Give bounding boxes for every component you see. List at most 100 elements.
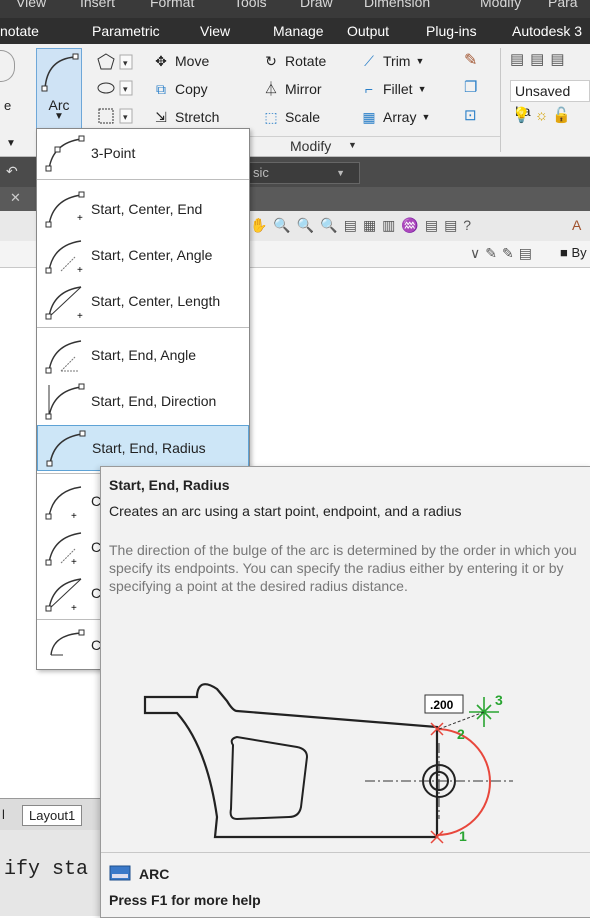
svg-text:▾: ▾: [123, 84, 128, 94]
menu-divider: [37, 179, 249, 180]
stretch-icon: ⇲: [155, 109, 167, 125]
arc-center-start-angle-icon: +: [45, 532, 82, 567]
arc-continue-icon: [50, 629, 85, 656]
menu-insert[interactable]: Insert: [80, 0, 115, 10]
chevron-down-icon: ▼: [348, 140, 357, 150]
tooltip-description: Creates an arc using a start point, endp…: [109, 503, 462, 519]
ellipse-tool[interactable]: ▾: [96, 78, 136, 103]
scale-icon: ⬚: [264, 109, 278, 125]
ribbon-tab-strip: notate Parametric View Manage Output Plu…: [0, 18, 590, 44]
menu-item-3-point[interactable]: 3-Point: [37, 131, 249, 175]
rotate-button[interactable]: ↻ Rotate: [262, 52, 326, 70]
color-by-layer[interactable]: ■ By: [560, 245, 587, 260]
menu-para[interactable]: Para: [548, 0, 578, 10]
panel-fragment-label: e: [4, 98, 12, 113]
tooltip-title: Start, End, Radius: [109, 477, 230, 493]
move-button[interactable]: ✥ Move: [152, 52, 209, 70]
menu-tools[interactable]: Tools: [234, 0, 267, 10]
part-cutout: [229, 735, 309, 821]
arc-start-center-length-icon: +: [45, 286, 83, 321]
modify-panel-label: Modify: [290, 138, 332, 154]
ellipse-icon: ▾: [97, 80, 133, 96]
point-label-2: 2: [457, 726, 465, 742]
menu-divider: [37, 327, 249, 328]
menu-item-start-center-length[interactable]: + Start, Center, Length: [37, 279, 249, 323]
tooltip-help: Press F1 for more help: [109, 892, 261, 908]
menu-modify[interactable]: Modify: [480, 0, 521, 10]
tab-manage[interactable]: Manage: [273, 23, 324, 39]
arc-start-end-angle-icon: [45, 340, 82, 374]
workspace-dropdown[interactable]: sic ▼: [248, 162, 360, 184]
tab-layout1[interactable]: Layout1: [22, 805, 83, 826]
menu-item-start-end-angle[interactable]: Start, End, Angle: [37, 333, 249, 377]
svg-text:+: +: [77, 311, 83, 321]
arc-start-center-end-icon: +: [45, 191, 85, 228]
hatch-icon: ▾: [98, 108, 133, 124]
arc-start-end-direction-icon: [45, 383, 85, 420]
menu-item-start-center-end[interactable]: + Start, Center, End: [37, 187, 249, 231]
chevron-down-icon: ▼: [336, 168, 345, 178]
arc-icon: [41, 53, 79, 92]
array-button[interactable]: ▦ Array ▼: [360, 108, 430, 126]
chevron-down-icon: ▼: [417, 84, 427, 94]
tooltip-divider: [101, 852, 590, 853]
offset-icon[interactable]: ⊡: [464, 106, 488, 128]
menu-item-start-end-radius[interactable]: Start, End, Radius: [37, 425, 249, 471]
arc-3-point-icon: [45, 135, 85, 172]
result-arc: [436, 728, 491, 836]
tab-annotate[interactable]: notate: [0, 23, 39, 39]
menu-view[interactable]: View: [16, 0, 46, 10]
trim-icon: ⟋: [364, 53, 374, 69]
svg-text:+: +: [71, 603, 77, 613]
chevron-down-icon: ▼: [415, 56, 425, 66]
svg-text:+: +: [71, 511, 77, 521]
arc-button[interactable]: Arc ▼: [36, 48, 82, 130]
light-bulb-icon[interactable]: 💡☼🔓: [512, 106, 575, 124]
trim-button[interactable]: ⟋ Trim ▼: [360, 52, 424, 70]
pan-zoom-icons[interactable]: ✋🔍🔍🔍▤▦▥♒▤▤?: [250, 217, 477, 234]
layer-icons[interactable]: ∨✎✎▤: [470, 245, 537, 262]
menu-draw[interactable]: Draw: [300, 0, 333, 10]
undo-icon[interactable]: ↶: [6, 163, 18, 180]
svg-text:+: +: [77, 213, 83, 224]
text-style-icon[interactable]: A: [572, 217, 581, 233]
tab-model[interactable]: l: [2, 807, 5, 822]
svg-text:+: +: [77, 265, 83, 275]
menu-item-start-end-direction[interactable]: Start, End, Direction: [37, 379, 249, 423]
chevron-down-icon: ▼: [421, 112, 431, 122]
polygon-tool[interactable]: ▾: [96, 52, 136, 77]
tooltip-panel: Start, End, Radius Creates an arc using …: [100, 466, 590, 918]
arc-center-start-length-icon: +: [45, 578, 82, 613]
menu-bar: View Insert Format Tools Draw Dimension …: [0, 0, 590, 18]
arc-start-end-radius-icon: [46, 430, 86, 467]
menu-item-start-center-angle[interactable]: + Start, Center, Angle: [37, 233, 249, 277]
fillet-icon: ⌐: [364, 81, 374, 97]
scale-button[interactable]: ⬚ Scale: [262, 108, 320, 126]
tab-plugins[interactable]: Plug-ins: [426, 23, 477, 39]
part-outline: [143, 683, 439, 839]
menu-format[interactable]: Format: [150, 0, 194, 10]
point-label-1: 1: [459, 828, 467, 844]
layer-properties-icon[interactable]: ▤▤▤: [510, 50, 571, 68]
explode-icon[interactable]: ❐: [464, 78, 488, 100]
command-icon: [109, 865, 131, 881]
fillet-button[interactable]: ⌐ Fillet ▼: [360, 80, 427, 98]
array-icon: ▦: [362, 109, 376, 125]
tab-autodesk[interactable]: Autodesk 3: [512, 23, 582, 39]
tooltip-illustration: .200 1 2 3: [143, 683, 513, 844]
tab-parametric[interactable]: Parametric: [92, 23, 160, 39]
close-icon[interactable]: ✕: [10, 190, 21, 206]
copy-icon: ⧉: [156, 81, 166, 97]
tab-view[interactable]: View: [200, 23, 230, 39]
mirror-button[interactable]: ⏃ Mirror: [262, 80, 322, 98]
erase-icon[interactable]: ✎: [464, 50, 488, 72]
chevron-down-icon[interactable]: ▼: [6, 138, 16, 149]
copy-button[interactable]: ⧉ Copy: [152, 80, 208, 98]
stretch-button[interactable]: ⇲ Stretch: [152, 108, 219, 126]
menu-dimension[interactable]: Dimension: [364, 0, 430, 10]
svg-text:+: +: [71, 557, 77, 567]
layer-state-dropdown[interactable]: Unsaved La: [510, 80, 590, 119]
dimension-value: .200: [430, 698, 454, 712]
tooltip-detail: The direction of the bulge of the arc is…: [109, 542, 577, 594]
tab-output[interactable]: Output: [347, 23, 389, 39]
